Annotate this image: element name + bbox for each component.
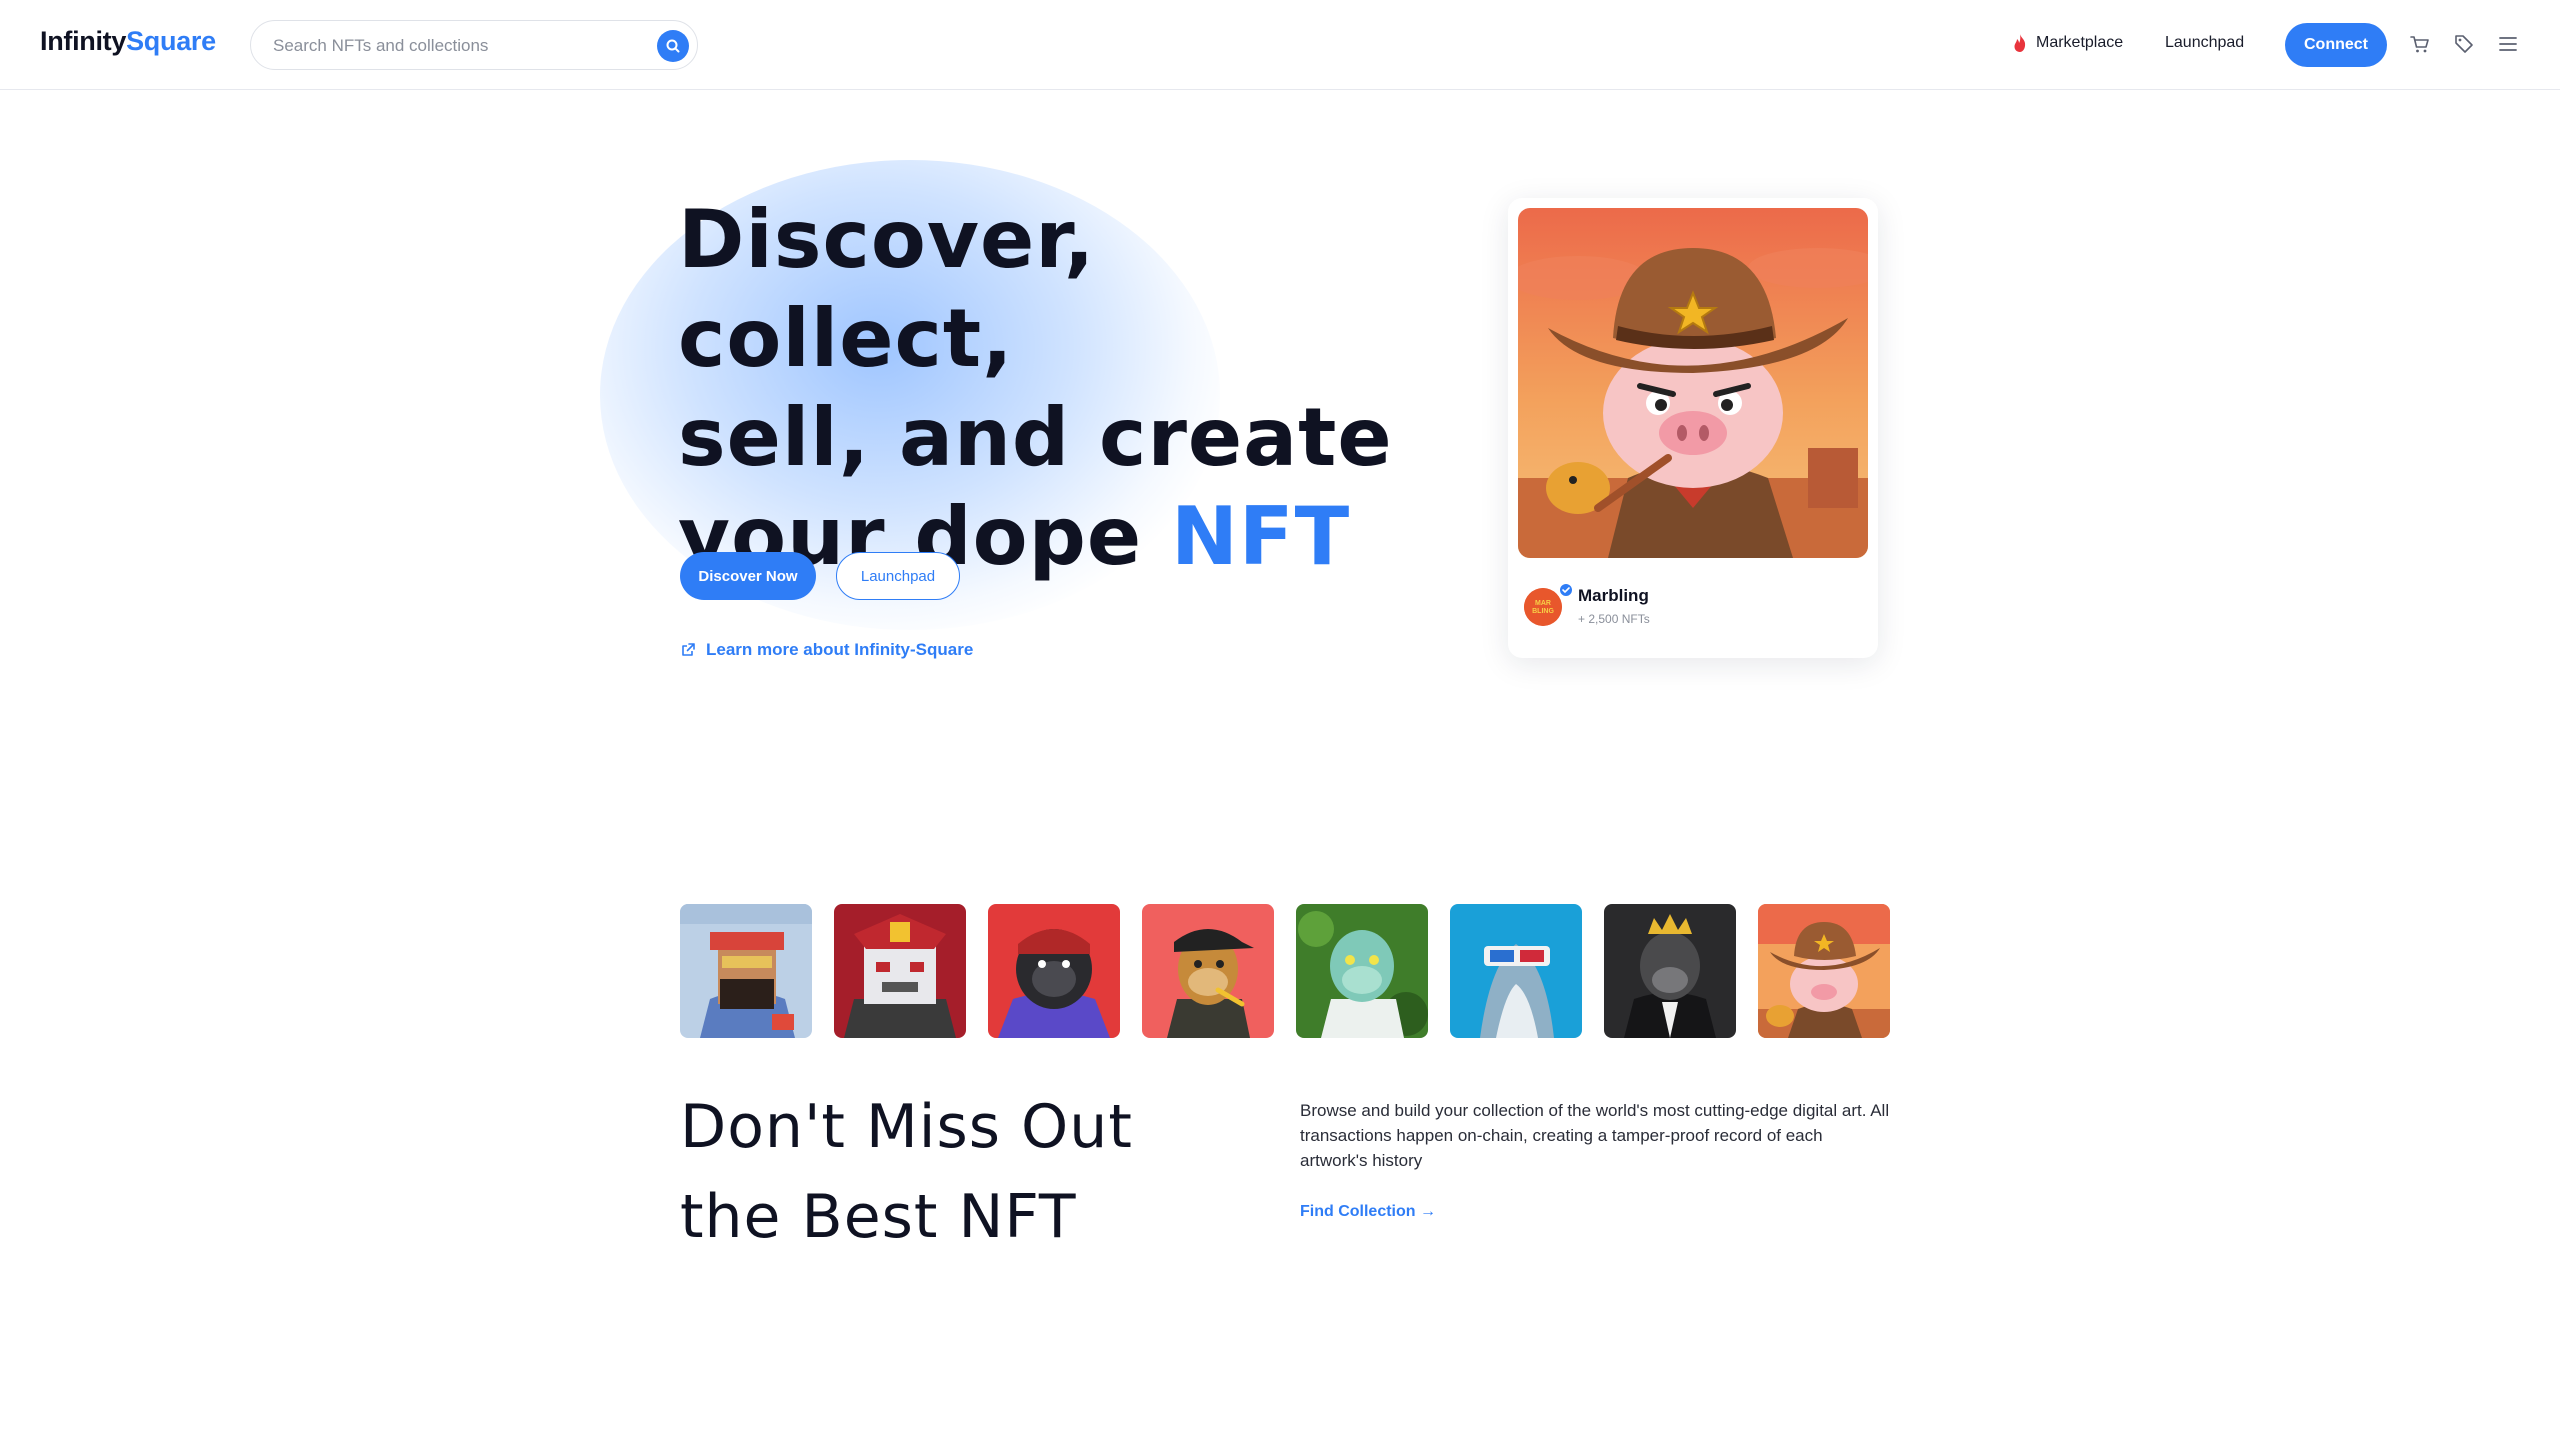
nft-thumb-shark[interactable] <box>1450 904 1582 1038</box>
featured-nft-image <box>1518 208 1868 558</box>
featured-nft-card[interactable]: MAR BLING Marbling + 2,500 NFTs <box>1508 198 1878 658</box>
hero-title-line1: Discover, collect, <box>678 193 1096 385</box>
nft-thumb-cowboy-pig[interactable] <box>1758 904 1890 1038</box>
discover-now-button[interactable]: Discover Now <box>680 552 816 600</box>
section-title: Don't Miss Out the Best NFT <box>680 1082 1280 1262</box>
search-input[interactable] <box>273 33 633 59</box>
fire-icon <box>2014 34 2026 52</box>
external-link-icon <box>682 643 695 656</box>
collection-avatar: MAR BLING <box>1524 588 1562 626</box>
nft-thumb-pixel-man[interactable] <box>680 904 812 1038</box>
logo-part2: Square <box>126 26 216 56</box>
section-description: Browse and build your collection of the … <box>1300 1101 1890 1170</box>
menu-icon[interactable] <box>2496 32 2520 56</box>
nft-thumbnail-strip <box>680 904 1890 1038</box>
hero-title-line2: sell, and create <box>678 391 1393 484</box>
nft-thumb-ape-cap[interactable] <box>1142 904 1274 1038</box>
launchpad-button[interactable]: Launchpad <box>836 552 960 600</box>
logo[interactable]: InfinitySquare <box>40 26 216 57</box>
hero-title-accent: NFT <box>1170 490 1351 583</box>
find-collection-link[interactable]: Find Collection → <box>1300 1203 1436 1221</box>
learn-more-link[interactable]: Learn more about Infinity-Square <box>680 640 973 660</box>
hero-title: Discover, collect, sell, and create your… <box>678 190 1458 586</box>
search-icon <box>666 39 680 53</box>
nav-marketplace[interactable]: Marketplace <box>2036 34 2123 52</box>
logo-part1: Infinity <box>40 26 127 56</box>
tag-icon[interactable] <box>2452 32 2476 56</box>
nft-thumb-king-ape[interactable] <box>1604 904 1736 1038</box>
search-button[interactable] <box>657 30 689 62</box>
nft-thumb-gorilla[interactable] <box>988 904 1120 1038</box>
connect-button[interactable]: Connect <box>2285 23 2387 67</box>
collection-name: Marbling <box>1578 586 1649 605</box>
collection-item-count: + 2,500 NFTs <box>1578 612 1650 626</box>
nft-thumb-samurai-robot[interactable] <box>834 904 966 1038</box>
svg-text:BLING: BLING <box>1532 608 1554 615</box>
search-bar <box>250 20 698 70</box>
top-navbar: InfinitySquare Marketplace Launchpad Con… <box>0 0 2560 90</box>
nft-thumb-zombie-ape[interactable] <box>1296 904 1428 1038</box>
verified-badge-icon <box>1558 582 1574 598</box>
section-title-line1: Don't Miss Out <box>680 1092 1133 1162</box>
section-title-line2: the Best NFT <box>680 1182 1077 1252</box>
nav-launchpad[interactable]: Launchpad <box>2165 34 2244 52</box>
cart-icon[interactable] <box>2408 32 2432 56</box>
learn-more-label: Learn more about Infinity-Square <box>706 640 974 659</box>
svg-text:MAR: MAR <box>1535 600 1551 607</box>
